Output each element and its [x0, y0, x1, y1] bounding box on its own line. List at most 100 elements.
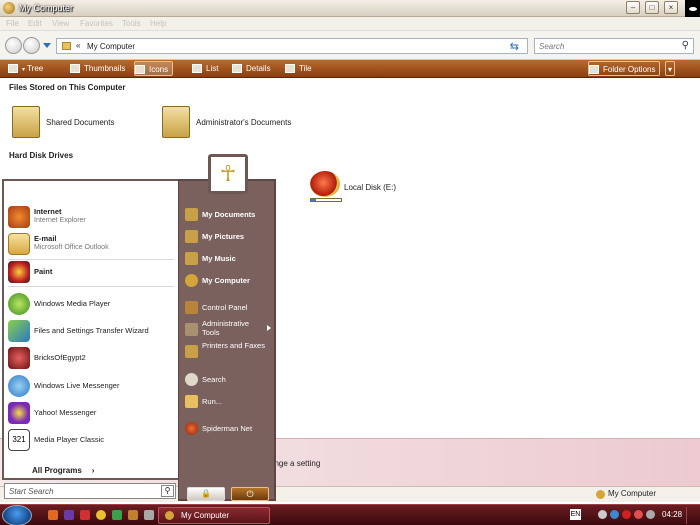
- submenu-arrow-icon: [267, 325, 271, 331]
- documents-icon: [185, 208, 198, 221]
- quicklaunch-app-icon[interactable]: [64, 510, 74, 520]
- usage-fill: [311, 199, 316, 201]
- lock-button[interactable]: 🔒: [187, 487, 225, 501]
- menu-file[interactable]: File: [6, 19, 19, 28]
- start-menu-programs-pane: Internet Internet Explorer E-mail Micros…: [2, 179, 178, 480]
- title-bar: My Computer – □ ×: [0, 0, 700, 17]
- spiderman-icon: [185, 422, 198, 435]
- media-player-classic-icon: 321: [8, 429, 30, 451]
- quicklaunch-desktop-icon[interactable]: [144, 510, 154, 520]
- menu-favorites[interactable]: Favorites: [80, 19, 113, 28]
- pinned-internet-title: Internet: [34, 207, 62, 216]
- recent-bricks-label: BricksOfEgypt2: [34, 353, 86, 362]
- tile-button[interactable]: Tile: [285, 61, 312, 76]
- shared-documents-label: Shared Documents: [46, 118, 115, 127]
- throbber-logo: [685, 0, 700, 17]
- all-programs-button[interactable]: All Programs ›: [32, 466, 94, 475]
- recent-paint-label: Paint: [34, 267, 53, 276]
- quicklaunch-firefox-icon[interactable]: [48, 510, 58, 520]
- logo-icon: [688, 7, 697, 11]
- window-title: My Computer: [19, 3, 74, 13]
- search-icon[interactable]: ⚲: [161, 485, 174, 497]
- address-toolbar: « My Computer ⇆ Search ⚲: [0, 31, 700, 60]
- menu-help[interactable]: Help: [150, 19, 166, 28]
- taskbar-my-computer-button[interactable]: My Computer: [158, 507, 270, 524]
- clock[interactable]: 04:28: [662, 510, 682, 519]
- command-bar: ▾ Tree Thumbnails Icons List Details Til…: [0, 60, 700, 78]
- icons-button[interactable]: Icons: [134, 61, 174, 76]
- separator: [8, 259, 174, 260]
- outlook-icon: [8, 233, 30, 255]
- tree-button[interactable]: ▾ Tree: [8, 61, 43, 76]
- menu-edit[interactable]: Edit: [28, 19, 42, 28]
- address-field[interactable]: « My Computer ⇆: [56, 38, 528, 54]
- my-music-label: My Music: [202, 254, 236, 263]
- start-menu-places-pane: My Documents My Pictures My Music My Com…: [178, 179, 276, 501]
- icons-icon: [135, 65, 145, 74]
- music-icon: [185, 252, 198, 265]
- folder-options-icon: [589, 65, 599, 74]
- separator: [8, 286, 174, 287]
- details-label: Details: [246, 64, 271, 73]
- my-documents-label: My Documents: [202, 210, 256, 219]
- transfer-wizard-icon: [8, 320, 30, 342]
- start-button[interactable]: [2, 505, 32, 525]
- show-desktop-button[interactable]: [686, 507, 698, 524]
- details-button[interactable]: Details: [232, 61, 270, 76]
- admin-tools-icon: [185, 323, 198, 336]
- folder-options-label: Folder Options: [603, 65, 656, 74]
- quicklaunch-messenger-icon[interactable]: [112, 510, 122, 520]
- menu-view[interactable]: View: [52, 19, 69, 28]
- quicklaunch-tool-icon[interactable]: [128, 510, 138, 520]
- tile-label: Tile: [299, 64, 312, 73]
- tray-volume-icon[interactable]: [646, 510, 655, 519]
- local-disk-e-label: Local Disk (E:): [344, 183, 397, 192]
- address-path[interactable]: My Computer: [87, 42, 135, 51]
- control-panel-icon: [185, 301, 198, 314]
- user-avatar: ☥: [208, 154, 248, 194]
- search-icon[interactable]: ⚲: [682, 40, 689, 51]
- tray-app-icon[interactable]: [610, 510, 619, 519]
- search-link-label: Search: [202, 375, 226, 384]
- search-input[interactable]: Search ⚲: [534, 38, 694, 54]
- admin-tools-label: Administrative Tools: [202, 319, 250, 337]
- breadcrumb-chevron[interactable]: «: [76, 41, 80, 50]
- tray-security-icon[interactable]: [622, 510, 631, 519]
- search-link-icon: [185, 373, 198, 386]
- control-panel-label: Control Panel: [202, 303, 248, 312]
- forward-button[interactable]: [23, 37, 40, 54]
- menu-tools[interactable]: Tools: [122, 19, 141, 28]
- quicklaunch-smiley-icon[interactable]: [96, 510, 106, 520]
- admin-documents-label: Administrator's Documents: [196, 118, 292, 127]
- list-button[interactable]: List: [192, 61, 218, 76]
- taskbar: My Computer EN 04:28: [0, 504, 700, 525]
- maximize-button[interactable]: □: [645, 1, 659, 14]
- system-tray: EN 04:28: [570, 507, 700, 524]
- folder-options-dropdown[interactable]: ▾: [665, 61, 675, 76]
- my-computer-small-icon: [596, 490, 605, 499]
- start-menu: Internet Internet Explorer E-mail Micros…: [2, 154, 276, 501]
- spiderman-label: Spiderman Net: [202, 424, 253, 433]
- refresh-icon[interactable]: ⇆: [510, 40, 519, 53]
- start-search-input[interactable]: Start Search ⚲: [4, 483, 176, 499]
- language-indicator[interactable]: EN: [570, 509, 581, 520]
- folder-icon: [62, 42, 71, 50]
- tray-alert-icon[interactable]: [634, 510, 643, 519]
- close-button[interactable]: ×: [664, 1, 678, 14]
- details-icon: [232, 64, 242, 73]
- power-button[interactable]: ⏻: [231, 487, 269, 501]
- details-text: ange a setting: [270, 459, 321, 468]
- tree-label: Tree: [27, 64, 44, 73]
- tray-network-icon[interactable]: [598, 510, 607, 519]
- back-button[interactable]: [5, 37, 22, 54]
- thumbnails-button[interactable]: Thumbnails: [70, 61, 125, 76]
- local-disk-e-item[interactable]: Local Disk (E:): [310, 171, 430, 203]
- quicklaunch-opera-icon[interactable]: [80, 510, 90, 520]
- run-label: Run...: [202, 397, 223, 406]
- my-computer-icon: [3, 2, 15, 14]
- pictures-icon: [185, 230, 198, 243]
- folder-options-button[interactable]: Folder Options: [588, 61, 661, 76]
- history-dropdown-icon[interactable]: [43, 43, 51, 48]
- chevron-right-icon: ›: [91, 466, 95, 475]
- minimize-button[interactable]: –: [626, 1, 640, 14]
